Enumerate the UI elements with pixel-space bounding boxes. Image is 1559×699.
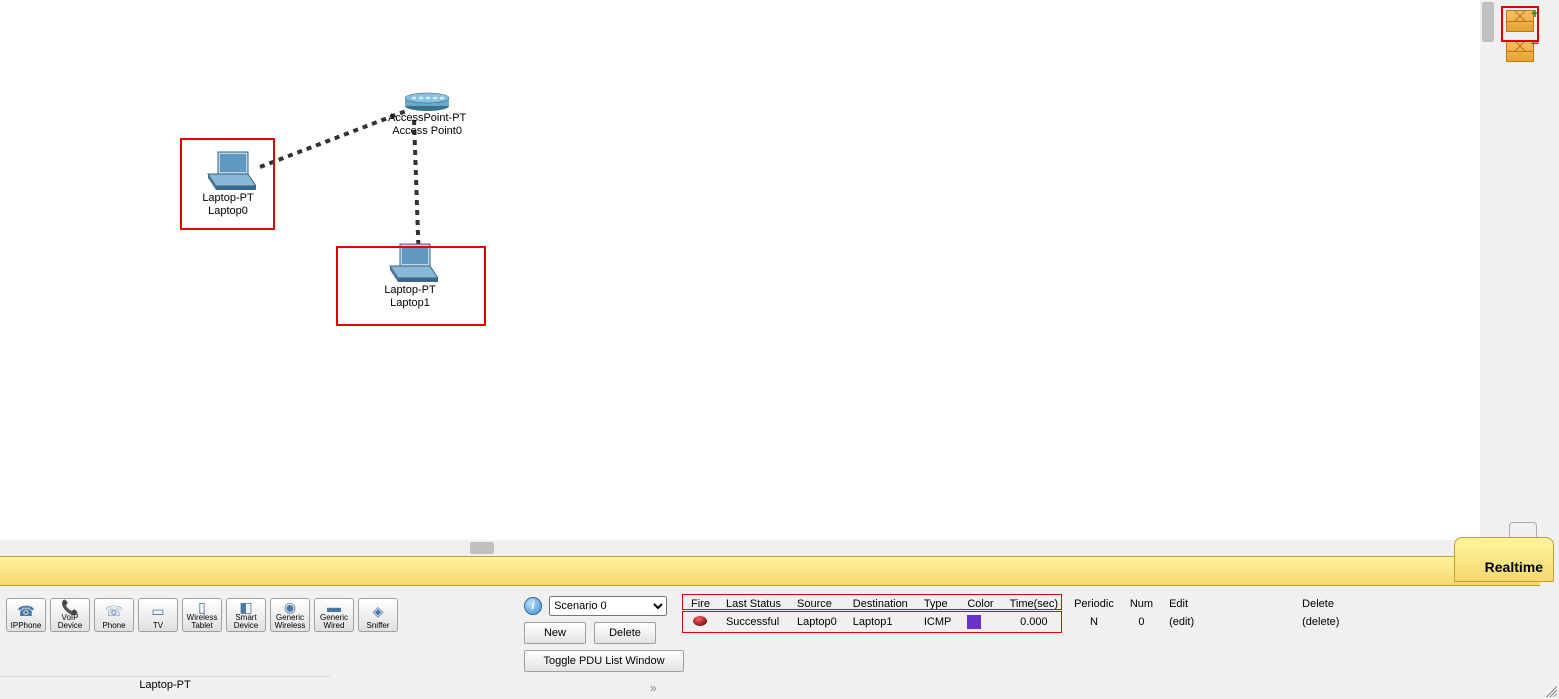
- realtime-mode-tab[interactable]: Realtime: [1454, 537, 1554, 582]
- cell-edit-link[interactable]: (edit): [1161, 612, 1202, 632]
- cell-last-status: Successful: [718, 612, 789, 632]
- col-num[interactable]: Num: [1122, 596, 1161, 612]
- device-button-tv[interactable]: ▭ TV: [138, 598, 178, 632]
- scrollbar-thumb[interactable]: [1482, 2, 1494, 42]
- device-button-label: Generic Wireless: [271, 614, 309, 630]
- col-periodic[interactable]: Periodic: [1066, 596, 1122, 612]
- fire-indicator-icon: [693, 616, 707, 626]
- device-button-generic-wired[interactable]: ▬ Generic Wired: [314, 598, 354, 632]
- selected-device-status: Laptop-PT: [0, 676, 330, 696]
- col-source[interactable]: Source: [789, 596, 845, 612]
- scrollbar-thumb[interactable]: [470, 542, 494, 554]
- phone-icon: ☏: [95, 599, 133, 622]
- cell-periodic: N: [1066, 612, 1122, 632]
- device-laptop1[interactable]: Laptop-PT Laptop1: [382, 242, 438, 310]
- device-button-smart-device[interactable]: ◧ Smart Device: [226, 598, 266, 632]
- tablet-icon: ▯: [183, 599, 221, 614]
- new-scenario-button[interactable]: New: [524, 622, 586, 644]
- device-type-toolbar: ☎ IPPhone 📞 VoIP Device ☏ Phone ▭ TV ▯ W…: [6, 598, 398, 632]
- col-last-status[interactable]: Last Status: [718, 596, 789, 612]
- cell-destination: Laptop1: [845, 612, 916, 632]
- access-point-icon: [404, 90, 450, 112]
- table-row[interactable]: Successful Laptop0 Laptop1 ICMP 0.000 N …: [683, 612, 1347, 632]
- generic-wireless-icon: ◉: [271, 599, 309, 614]
- color-swatch: [967, 615, 981, 629]
- tv-icon: ▭: [139, 599, 177, 622]
- wireless-link-ap-laptop1: [412, 120, 421, 260]
- mode-divider-bar: [0, 556, 1540, 586]
- bottom-panel: ☎ IPPhone 📞 VoIP Device ☏ Phone ▭ TV ▯ W…: [0, 586, 1559, 699]
- smart-device-icon: ◧: [227, 599, 265, 614]
- device-type-label: Laptop-PT: [200, 192, 256, 205]
- add-complex-pdu-button[interactable]: [1506, 40, 1534, 62]
- generic-wired-icon: ▬: [315, 599, 353, 614]
- table-header-row: Fire Last Status Source Destination Type…: [683, 596, 1347, 612]
- device-button-ipphone[interactable]: ☎ IPPhone: [6, 598, 46, 632]
- col-time[interactable]: Time(sec): [1002, 596, 1066, 612]
- add-simple-pdu-button[interactable]: [1506, 10, 1534, 32]
- device-button-label: Smart Device: [227, 614, 265, 630]
- device-button-label: Sniffer: [359, 622, 397, 630]
- laptop-icon: [382, 242, 438, 284]
- scenario-select[interactable]: Scenario 0: [549, 596, 667, 616]
- pdu-list-table: Fire Last Status Source Destination Type…: [683, 596, 1347, 632]
- info-icon[interactable]: i: [524, 597, 542, 615]
- device-button-label: Generic Wired: [315, 614, 353, 630]
- col-fire[interactable]: Fire: [683, 596, 718, 612]
- delete-scenario-button[interactable]: Delete: [594, 622, 656, 644]
- cell-type: ICMP: [916, 612, 960, 632]
- device-accesspoint0[interactable]: AccessPoint-PT Access Point0: [388, 90, 466, 138]
- device-button-label: VoIP Device: [51, 614, 89, 630]
- device-button-generic-wireless[interactable]: ◉ Generic Wireless: [270, 598, 310, 632]
- resize-grip-icon[interactable]: [1543, 683, 1557, 697]
- col-destination[interactable]: Destination: [845, 596, 916, 612]
- laptop-icon: [200, 150, 256, 192]
- device-type-label: Laptop-PT: [382, 284, 438, 297]
- device-type-label: AccessPoint-PT: [388, 112, 466, 125]
- col-delete[interactable]: Delete: [1202, 596, 1347, 612]
- device-button-label: Phone: [95, 622, 133, 630]
- topology-canvas[interactable]: AccessPoint-PT Access Point0 Laptop-PT L…: [0, 0, 1480, 540]
- canvas-vertical-scrollbar[interactable]: [1480, 0, 1496, 540]
- device-button-label: TV: [139, 622, 177, 630]
- cell-source: Laptop0: [789, 612, 845, 632]
- col-color[interactable]: Color: [959, 596, 1001, 612]
- cell-time: 0.000: [1002, 612, 1066, 632]
- col-edit[interactable]: Edit: [1161, 596, 1202, 612]
- wireless-link-ap-laptop0: [259, 110, 405, 169]
- sniffer-icon: ◈: [359, 599, 397, 622]
- device-button-label: IPPhone: [7, 622, 45, 630]
- cell-delete-link[interactable]: (delete): [1202, 612, 1347, 632]
- col-type[interactable]: Type: [916, 596, 960, 612]
- realtime-label: Realtime: [1485, 559, 1543, 575]
- cell-num: 0: [1122, 612, 1161, 632]
- device-button-sniffer[interactable]: ◈ Sniffer: [358, 598, 398, 632]
- ipphone-icon: ☎: [7, 599, 45, 622]
- device-name-label: Laptop1: [382, 297, 438, 310]
- device-name-label: Laptop0: [200, 205, 256, 218]
- toggle-pdu-list-button[interactable]: Toggle PDU List Window: [524, 650, 684, 672]
- scenario-panel: i Scenario 0 New Delete Toggle PDU List …: [524, 596, 679, 672]
- expand-chevron-icon[interactable]: »: [650, 681, 659, 695]
- device-button-phone[interactable]: ☏ Phone: [94, 598, 134, 632]
- device-name-label: Access Point0: [388, 125, 466, 138]
- voip-icon: 📞: [51, 599, 89, 614]
- device-button-label: Wireless Tablet: [183, 614, 221, 630]
- device-button-voip[interactable]: 📞 VoIP Device: [50, 598, 90, 632]
- right-tool-panel: [1501, 0, 1559, 540]
- device-laptop0[interactable]: Laptop-PT Laptop0: [200, 150, 256, 218]
- device-button-wireless-tablet[interactable]: ▯ Wireless Tablet: [182, 598, 222, 632]
- canvas-horizontal-scrollbar[interactable]: [0, 540, 1480, 556]
